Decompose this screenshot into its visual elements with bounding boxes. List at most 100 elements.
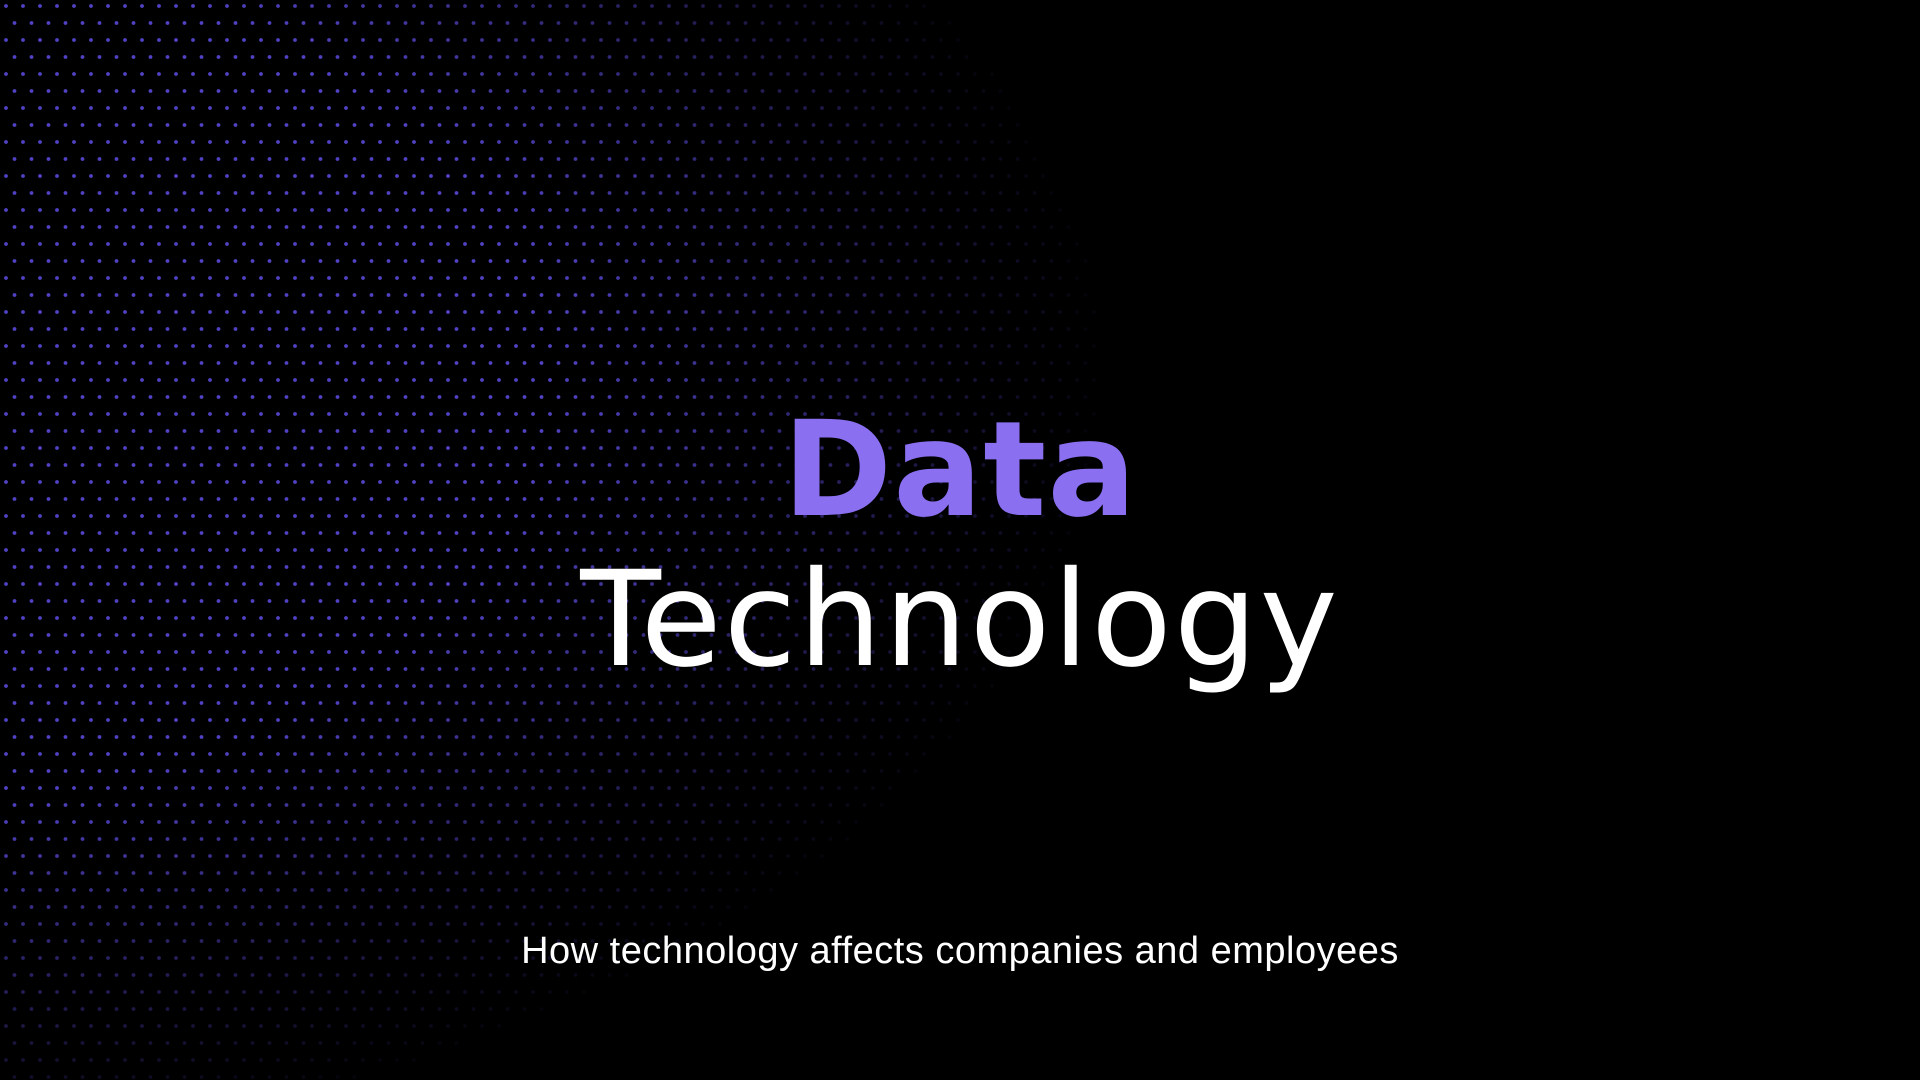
decorative-dot — [556, 701, 561, 705]
decorative-dot — [301, 871, 306, 875]
decorative-dot — [403, 293, 408, 297]
decorative-dot — [709, 123, 714, 127]
decorative-dot — [505, 123, 510, 127]
decorative-dot — [480, 1024, 484, 1028]
decorative-dot — [1015, 191, 1020, 195]
decorative-dot — [148, 89, 153, 93]
decorative-dot — [242, 990, 246, 994]
decorative-dot — [811, 735, 816, 739]
decorative-dot — [709, 871, 714, 875]
decorative-dot — [463, 38, 467, 42]
decorative-dot — [607, 21, 612, 25]
decorative-dot — [208, 990, 212, 994]
decorative-dot — [420, 1007, 425, 1011]
decorative-dot — [930, 21, 935, 25]
decorative-dot — [182, 361, 187, 365]
decorative-dot — [199, 361, 204, 365]
decorative-dot — [233, 157, 238, 161]
decorative-dot — [403, 157, 408, 161]
decorative-dot — [165, 905, 170, 909]
decorative-dot — [760, 769, 765, 773]
decorative-dot — [1007, 174, 1011, 178]
decorative-dot — [862, 191, 867, 195]
decorative-dot — [21, 174, 25, 178]
decorative-dot — [845, 123, 850, 127]
decorative-dot — [165, 803, 170, 807]
decorative-dot — [964, 89, 969, 93]
decorative-dot — [199, 157, 204, 161]
decorative-dot — [964, 225, 969, 229]
decorative-dot — [38, 820, 42, 824]
decorative-dot — [386, 735, 391, 739]
decorative-dot — [556, 123, 561, 127]
decorative-dot — [395, 888, 399, 892]
decorative-dot — [709, 293, 714, 297]
decorative-dot — [590, 225, 595, 229]
decorative-dot — [318, 361, 323, 365]
decorative-dot — [446, 786, 450, 790]
decorative-dot — [140, 106, 144, 110]
decorative-dot — [616, 106, 620, 110]
decorative-dot — [267, 1075, 272, 1079]
decorative-dot — [786, 854, 790, 858]
decorative-dot — [514, 174, 518, 178]
decorative-dot — [760, 123, 765, 127]
decorative-dot — [199, 803, 204, 807]
decorative-dot — [191, 344, 195, 348]
decorative-dot — [675, 259, 680, 263]
decorative-dot — [344, 752, 348, 756]
decorative-dot — [871, 106, 875, 110]
decorative-dot — [140, 4, 144, 8]
decorative-dot — [63, 871, 68, 875]
decorative-dot — [675, 701, 680, 705]
decorative-dot — [344, 990, 348, 994]
decorative-dot — [862, 361, 867, 365]
decorative-dot — [862, 259, 867, 263]
decorative-dot — [913, 225, 918, 229]
decorative-dot — [760, 701, 765, 705]
decorative-dot — [514, 208, 518, 212]
decorative-dot — [335, 89, 340, 93]
decorative-dot — [403, 21, 408, 25]
decorative-dot — [191, 140, 195, 144]
decorative-dot — [446, 718, 450, 722]
decorative-dot — [522, 21, 527, 25]
decorative-dot — [973, 208, 977, 212]
decorative-dot — [429, 276, 433, 280]
decorative-dot — [522, 89, 527, 93]
decorative-dot — [854, 718, 858, 722]
decorative-dot — [216, 803, 221, 807]
decorative-dot — [650, 72, 654, 76]
decorative-dot — [803, 242, 807, 246]
decorative-dot — [310, 208, 314, 212]
decorative-dot — [488, 327, 493, 331]
decorative-dot — [174, 208, 178, 212]
decorative-dot — [718, 310, 722, 314]
decorative-dot — [701, 140, 705, 144]
decorative-dot — [777, 837, 782, 841]
decorative-dot — [191, 820, 195, 824]
decorative-dot — [174, 38, 178, 42]
decorative-dot — [12, 905, 17, 909]
decorative-dot — [114, 89, 119, 93]
decorative-dot — [369, 735, 374, 739]
decorative-dot — [879, 191, 884, 195]
decorative-dot — [956, 378, 960, 382]
decorative-dot — [318, 21, 323, 25]
decorative-dot — [692, 837, 697, 841]
decorative-dot — [131, 327, 136, 331]
decorative-dot — [913, 293, 918, 297]
decorative-dot — [879, 361, 884, 365]
decorative-dot — [769, 752, 773, 756]
decorative-dot — [488, 361, 493, 365]
decorative-dot — [335, 21, 340, 25]
decorative-dot — [89, 4, 93, 8]
decorative-dot — [284, 1007, 289, 1011]
decorative-dot — [46, 837, 51, 841]
decorative-dot — [46, 361, 51, 365]
decorative-dot — [522, 735, 527, 739]
decorative-dot — [352, 735, 357, 739]
decorative-dot — [293, 4, 297, 8]
decorative-dot — [684, 276, 688, 280]
decorative-dot — [191, 718, 195, 722]
